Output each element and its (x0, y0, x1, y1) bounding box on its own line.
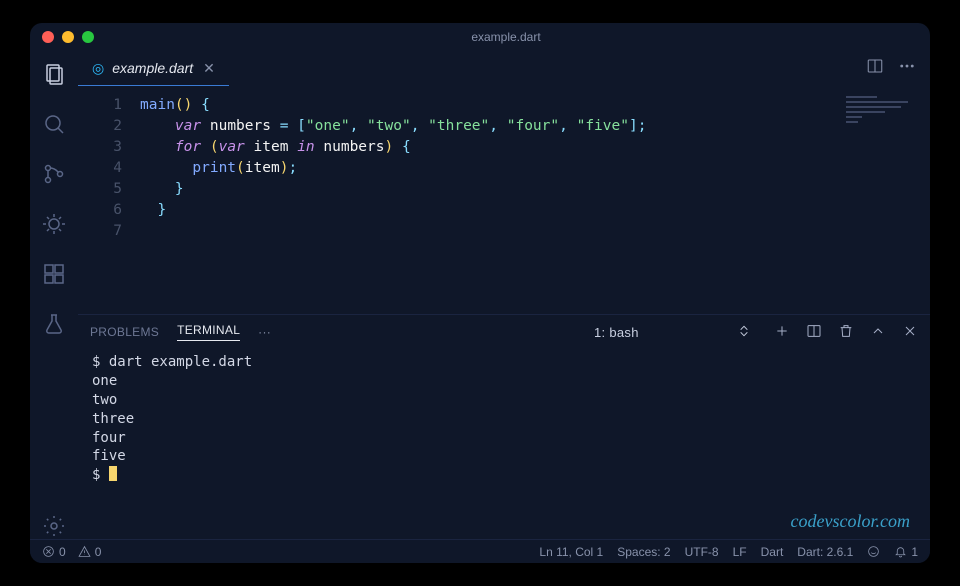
new-terminal-icon[interactable] (774, 323, 790, 342)
editor-window: example.dart (30, 23, 930, 563)
terminal-line: three (92, 410, 916, 429)
code-content[interactable]: } (140, 200, 166, 221)
close-window-button[interactable] (42, 31, 54, 43)
code-line[interactable]: 2 var numbers = ["one", "two", "three", … (78, 116, 840, 137)
code-line[interactable]: 6 } (78, 200, 840, 221)
terminal-line: $ dart example.dart (92, 353, 916, 372)
panel-more-icon[interactable]: ··· (258, 325, 271, 339)
status-sdk[interactable]: Dart: 2.6.1 (797, 545, 853, 559)
close-panel-icon[interactable] (902, 323, 918, 342)
code-editor[interactable]: 1main() {2 var numbers = ["one", "two", … (78, 87, 840, 314)
tab-terminal[interactable]: TERMINAL (177, 323, 240, 341)
code-line[interactable]: 4 print(item); (78, 158, 840, 179)
terminal-prompt[interactable]: $ (92, 466, 916, 485)
terminal-line: two (92, 391, 916, 410)
activity-bar (30, 51, 78, 539)
code-line[interactable]: 5 } (78, 179, 840, 200)
select-caret-icon (736, 323, 752, 342)
search-icon[interactable] (41, 111, 67, 137)
tab-example-dart[interactable]: ◎ example.dart ✕ (78, 51, 229, 86)
status-feedback-icon[interactable] (867, 545, 880, 558)
status-eol[interactable]: LF (733, 545, 747, 559)
debug-icon[interactable] (41, 211, 67, 237)
split-editor-icon[interactable] (866, 57, 884, 80)
status-encoding[interactable]: UTF-8 (685, 545, 719, 559)
status-indentation[interactable]: Spaces: 2 (617, 545, 670, 559)
line-number: 4 (78, 158, 140, 179)
code-line[interactable]: 1main() { (78, 95, 840, 116)
dart-file-icon: ◎ (92, 60, 104, 77)
code-content[interactable]: var numbers = ["one", "two", "three", "f… (140, 116, 646, 137)
line-number: 1 (78, 95, 140, 116)
terminal-cursor (109, 466, 117, 481)
maximize-panel-icon[interactable] (870, 323, 886, 342)
line-number: 5 (78, 179, 140, 200)
panel: PROBLEMS TERMINAL ··· 1: bash (78, 314, 930, 539)
terminal-line: one (92, 372, 916, 391)
code-content[interactable]: } (140, 179, 184, 200)
kill-terminal-icon[interactable] (838, 323, 854, 342)
status-cursor-position[interactable]: Ln 11, Col 1 (539, 545, 603, 559)
code-line[interactable]: 3 for (var item in numbers) { (78, 137, 840, 158)
line-number: 6 (78, 200, 140, 221)
window-title: example.dart (94, 30, 918, 44)
traffic-lights (42, 31, 94, 43)
testing-icon[interactable] (41, 311, 67, 337)
source-control-icon[interactable] (41, 161, 67, 187)
tab-problems[interactable]: PROBLEMS (90, 325, 159, 339)
more-actions-icon[interactable] (898, 57, 916, 80)
code-line[interactable]: 7 (78, 221, 840, 242)
code-content[interactable]: print(item); (140, 158, 297, 179)
status-bar: 0 0 Ln 11, Col 1 Spaces: 2 UTF-8 LF Dart… (30, 539, 930, 563)
status-warnings[interactable]: 0 (78, 545, 102, 559)
minimap[interactable] (840, 87, 930, 314)
terminal-line: four (92, 429, 916, 448)
status-errors[interactable]: 0 (42, 545, 66, 559)
line-number: 3 (78, 137, 140, 158)
maximize-window-button[interactable] (82, 31, 94, 43)
settings-gear-icon[interactable] (41, 513, 67, 539)
terminal-line: five (92, 447, 916, 466)
tab-label: example.dart (112, 60, 193, 76)
titlebar: example.dart (30, 23, 930, 51)
explorer-icon[interactable] (41, 61, 67, 87)
tab-bar: ◎ example.dart ✕ (78, 51, 930, 87)
status-notifications[interactable]: 1 (894, 545, 918, 559)
watermark: codevscolor.com (791, 509, 910, 533)
line-number: 2 (78, 116, 140, 137)
close-tab-icon[interactable]: ✕ (203, 60, 215, 77)
split-terminal-icon[interactable] (806, 323, 822, 342)
status-language[interactable]: Dart (761, 545, 784, 559)
terminal[interactable]: $ dart example.dartonetwothreefourfive$ … (78, 349, 930, 539)
minimize-window-button[interactable] (62, 31, 74, 43)
code-content[interactable]: for (var item in numbers) { (140, 137, 411, 158)
terminal-select[interactable]: 1: bash (588, 321, 758, 344)
extensions-icon[interactable] (41, 261, 67, 287)
code-content[interactable]: main() { (140, 95, 210, 116)
line-number: 7 (78, 221, 140, 242)
